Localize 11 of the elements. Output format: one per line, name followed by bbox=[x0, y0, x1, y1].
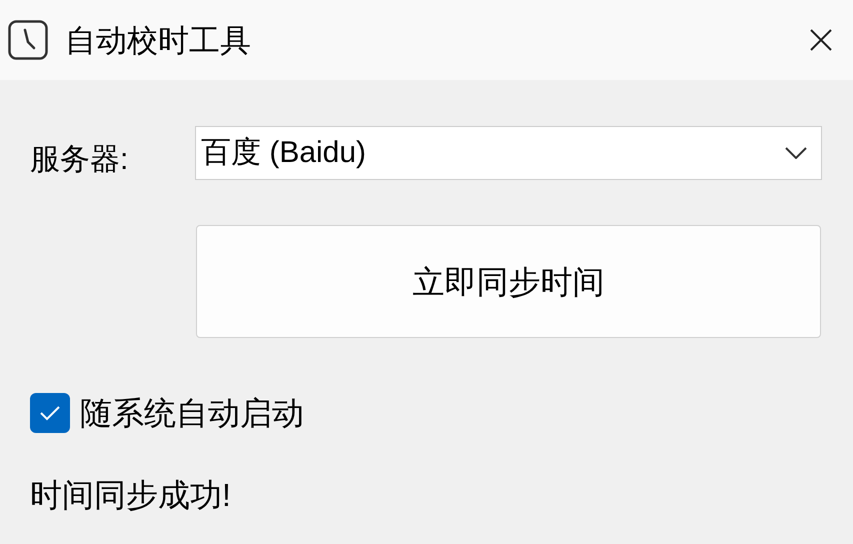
sync-button[interactable]: 立即同步时间 bbox=[196, 225, 821, 338]
chevron-down-icon bbox=[785, 147, 807, 159]
clock-icon bbox=[8, 20, 48, 60]
close-icon bbox=[810, 29, 832, 51]
autostart-checkbox[interactable] bbox=[30, 393, 70, 433]
checkmark-icon bbox=[39, 405, 61, 421]
window-title: 自动校时工具 bbox=[65, 24, 251, 56]
autostart-label: 随系统自动启动 bbox=[80, 397, 304, 429]
status-message: 时间同步成功! bbox=[30, 479, 231, 511]
server-dropdown[interactable]: 百度 (Baidu) bbox=[195, 126, 822, 180]
server-label: 服务器: bbox=[30, 142, 130, 175]
